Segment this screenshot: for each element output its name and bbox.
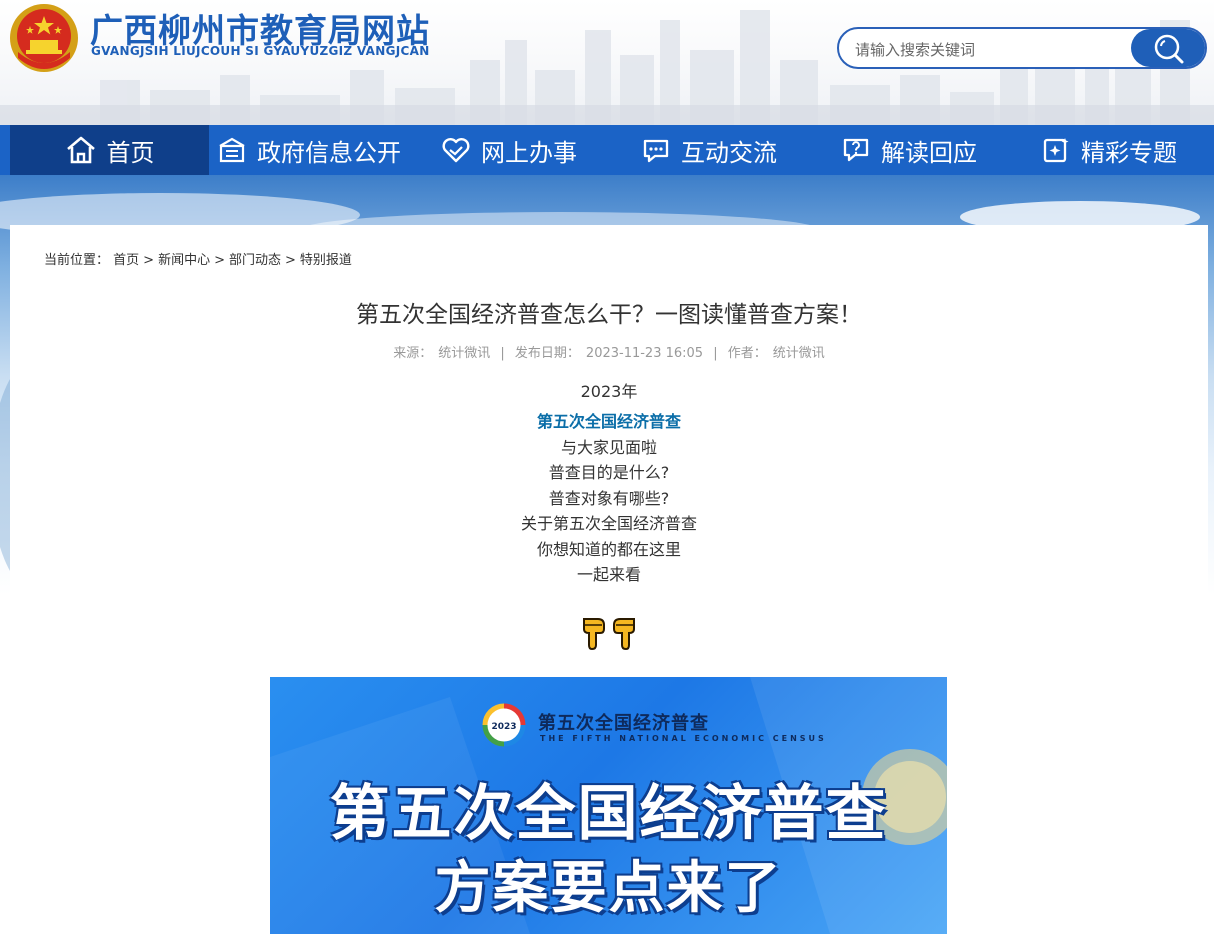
breadcrumb-separator: > (214, 253, 225, 268)
article-line: 一起来看 (576, 565, 641, 584)
home-icon (66, 136, 95, 164)
search-button[interactable] (1131, 29, 1205, 67)
nav-item-label: 解读回应 (881, 138, 977, 167)
pointing-down-hand-icon (613, 618, 635, 651)
meta-source-label: 来源： (393, 346, 433, 361)
article-line: 普查对象有哪些? (548, 488, 670, 508)
nav-item-interpretation[interactable]: 解读回应 (841, 125, 977, 175)
breadcrumb-home[interactable]: 首页 (113, 253, 139, 268)
nav-item-interaction[interactable]: 互动交流 (641, 125, 777, 175)
article-line: 你想知道的都在这里 (536, 539, 681, 559)
meta-date: 2023-11-23 16:05 (585, 346, 704, 361)
nav-item-label: 网上办事 (481, 138, 577, 167)
nav-item-label: 政府信息公开 (257, 138, 401, 167)
breadcrumb-department-news[interactable]: 部门动态 (229, 253, 281, 268)
nav-item-special-topics[interactable]: 精彩专题 (1041, 125, 1177, 175)
meta-date-label: 发布日期： (514, 346, 580, 361)
article-title: 第五次全国经济普查怎么干？一图读懂普查方案！ (356, 302, 862, 328)
article-line: 2023年 (580, 382, 638, 401)
site-subtitle: GVANGJSIH LIUJCOUH SI GYAUYUZGIZ VANGJCA… (91, 44, 430, 58)
breadcrumb-separator: > (143, 253, 155, 268)
census-logo-icon: 2023 (482, 703, 526, 747)
nav-item-online-service[interactable]: 网上办事 (441, 125, 577, 175)
poster-title-cn: 第五次全国经济普查 (538, 713, 709, 734)
meta-source: 统计微讯 (438, 346, 491, 361)
article-meta: 来源： 统计微讯 | 发布日期： 2023-11-23 16:05 | 作者： 统计微… (10, 342, 1208, 361)
breadcrumb-prefix: 当前位置： (44, 253, 110, 268)
breadcrumb-news-center[interactable]: 新闻中心 (158, 253, 210, 268)
article-line: 普查目的是什么? (548, 463, 670, 482)
meta-author-label: 作者： (727, 346, 767, 361)
breadcrumb-separator: > (285, 253, 296, 268)
breadcrumb-special-report[interactable]: 特别报道 (300, 253, 352, 268)
poster-headline: 第五次全国经济普查 (329, 779, 888, 849)
main-nav: 首页 政府信息公开 网上办事 互动交流 解读回应 精彩专题 (0, 125, 1214, 175)
search-box (837, 27, 1207, 69)
article-line: 与大家见面啦 (560, 437, 657, 457)
pointing-down-emoji-row (10, 615, 1208, 651)
nav-item-gov-info[interactable]: 政府信息公开 (217, 125, 401, 175)
pointing-down-hand-icon (583, 618, 605, 651)
building-icon (219, 137, 245, 163)
article-line: 关于第五次全国经济普查 (520, 514, 697, 533)
chat-bubble-icon (643, 139, 669, 163)
breadcrumb: 当前位置： 首页 > 新闻中心 > 部门动态 > 特别报道 (44, 249, 352, 268)
article-body: 2023年 第五次全国经济普查 与大家见面啦 普查目的是什么? 普查对象有哪些?… (10, 379, 1208, 588)
meta-author: 统计微讯 (772, 346, 825, 361)
nav-item-label: 互动交流 (681, 138, 777, 167)
meta-divider: | (713, 346, 718, 361)
sparkle-note-icon (1043, 138, 1069, 163)
census-logo-year: 2023 (491, 722, 516, 732)
question-bubble-icon (843, 138, 869, 162)
census-poster-image: 2023 第五次全国经济普查 THE FIFTH NATIONAL ECONOM… (270, 677, 947, 934)
poster-subheadline: 方案要点来了 (434, 856, 783, 921)
nav-item-label: 精彩专题 (1081, 138, 1177, 167)
national-emblem-logo (10, 4, 78, 72)
nav-item-label: 首页 (106, 138, 155, 167)
handshake-heart-icon (442, 138, 470, 163)
site-header: 广西柳州市教育局网站 GVANGJSIH LIUJCOUH SI GYAUYUZ… (0, 0, 1214, 125)
search-icon (1154, 34, 1184, 64)
nav-item-home[interactable]: 首页 (10, 125, 209, 175)
poster-title-en: THE FIFTH NATIONAL ECONOMIC CENSUS (540, 734, 827, 743)
search-input[interactable] (853, 38, 1127, 62)
meta-divider: | (500, 346, 505, 361)
article-line-highlight: 第五次全国经济普查 (536, 412, 681, 431)
